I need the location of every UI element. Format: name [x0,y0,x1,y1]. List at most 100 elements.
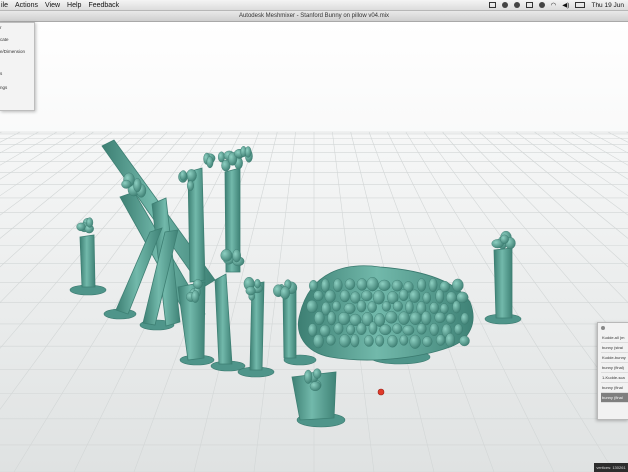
head-knob [206,156,214,169]
bunny-bump [309,279,318,292]
head-knob [304,369,313,384]
head-knob [186,180,194,191]
window-title: Autodesk Meshmixer - Stanford Bunny on p… [0,11,628,22]
bunny-bump [445,313,456,324]
bunny-bump [416,323,427,335]
bunny-bump [409,311,422,325]
bunny-bump [306,299,318,314]
bunny-bump [346,324,356,336]
tool-panel: r cate e/Dimension s ngs [0,22,35,111]
head-knob [220,249,233,262]
menu-file[interactable]: ile [1,2,8,9]
object-row[interactable]: Kudde-bunny [601,353,628,363]
bunny-bump [405,300,414,314]
bunny-bump [327,311,337,326]
sync-icon[interactable] [501,2,508,8]
bunny-bump [367,301,377,313]
window-icon[interactable] [488,2,496,8]
bunny-bump [307,323,318,337]
bunny-bump [356,299,367,313]
tool-item-1[interactable]: r [0,25,2,30]
status-tray: ◠ ◀) Thu 19 Jun [488,0,624,10]
close-dot-icon[interactable] [601,326,605,330]
menu-feedback[interactable]: Feedback [88,2,119,9]
bunny-bump [417,278,427,292]
head-knob [245,286,256,296]
bunny-bump [324,289,336,303]
bunny-bump [372,290,385,305]
bunny-bump [435,289,445,304]
object-list: Kudde.all (m bunny (strai Kudde-bunny bu… [601,333,628,403]
head-knob [186,169,197,182]
head-knob [86,217,94,228]
menubar-clock[interactable]: Thu 19 Jun [591,2,624,9]
bunny-bump [338,334,351,348]
head-knob [193,279,203,290]
3d-viewport[interactable] [0,22,628,472]
head-knob [313,368,322,379]
mesh-stats: vertices: 130261 [594,463,628,472]
pivot-marker[interactable] [377,388,385,396]
head-knob [232,249,241,263]
wifi-icon[interactable]: ◠ [551,1,557,9]
bunny-bump [379,324,392,336]
bunny-bump [409,334,421,349]
object-row[interactable]: bunny (final) [601,363,628,373]
bunny-bump [381,301,391,312]
bunny-bump [356,322,367,335]
bunny-bump [314,311,325,326]
tool-item-5[interactable]: ngs [0,85,7,90]
bunny-bump [429,301,439,314]
bunny-bump [361,290,373,302]
bunny-bump [460,312,470,325]
object-browser: Kudde.all (m bunny (strai Kudde-bunny bu… [597,322,628,420]
tool-item-4[interactable]: s [0,71,2,76]
bunny-bump [356,278,368,291]
bunny-bump [332,300,341,312]
scene [0,131,628,472]
head-knob [121,179,132,189]
menu-help[interactable]: Help [67,2,81,9]
head-knob [309,381,321,392]
bunny-bump [428,277,438,293]
bunny-bump [387,334,398,348]
object-row[interactable]: Kudde.all (m [601,333,628,343]
bunny-bump [422,336,433,347]
battery-icon[interactable] [575,2,586,8]
bunny-bump [325,334,336,346]
bunny-bump [313,290,324,302]
head-knob [191,290,200,303]
bunny-bump [402,324,415,336]
time-machine-icon[interactable] [513,2,520,8]
bunny-bump [454,323,463,335]
bunny-bump [333,322,344,335]
object-row[interactable]: bunny (strai [601,343,628,353]
bunny-bump [332,278,343,292]
bunny-bump [422,291,432,304]
menu-actions[interactable]: Actions [15,2,38,9]
object-row[interactable]: bunny (final [601,383,628,393]
object-row[interactable]: bunny (final [601,393,628,403]
bunny-bump [459,335,470,347]
bunny-bump [429,323,439,336]
head-knob [179,170,187,181]
bunny-bump [421,310,432,326]
tool-item-3[interactable]: e/Dimension [0,49,25,54]
display-icon[interactable] [525,2,533,8]
head-knob [76,222,86,232]
menu-view[interactable]: View [45,2,60,9]
bunny-bump [398,311,410,325]
head-knob [254,278,261,289]
bunny-bump [344,278,356,290]
head-knob [133,178,142,193]
object-row[interactable]: 1-Kudde-sca [601,373,628,383]
head-knob [244,146,252,158]
tool-item-2[interactable]: cate [0,37,9,42]
bluetooth-icon[interactable] [538,2,545,8]
bunny-bump [375,334,385,347]
head-knob [500,234,509,244]
bunny-bump [435,334,446,346]
bunny-bump [398,289,409,301]
volume-icon[interactable]: ◀) [562,1,569,9]
bunny-bump [366,277,379,292]
